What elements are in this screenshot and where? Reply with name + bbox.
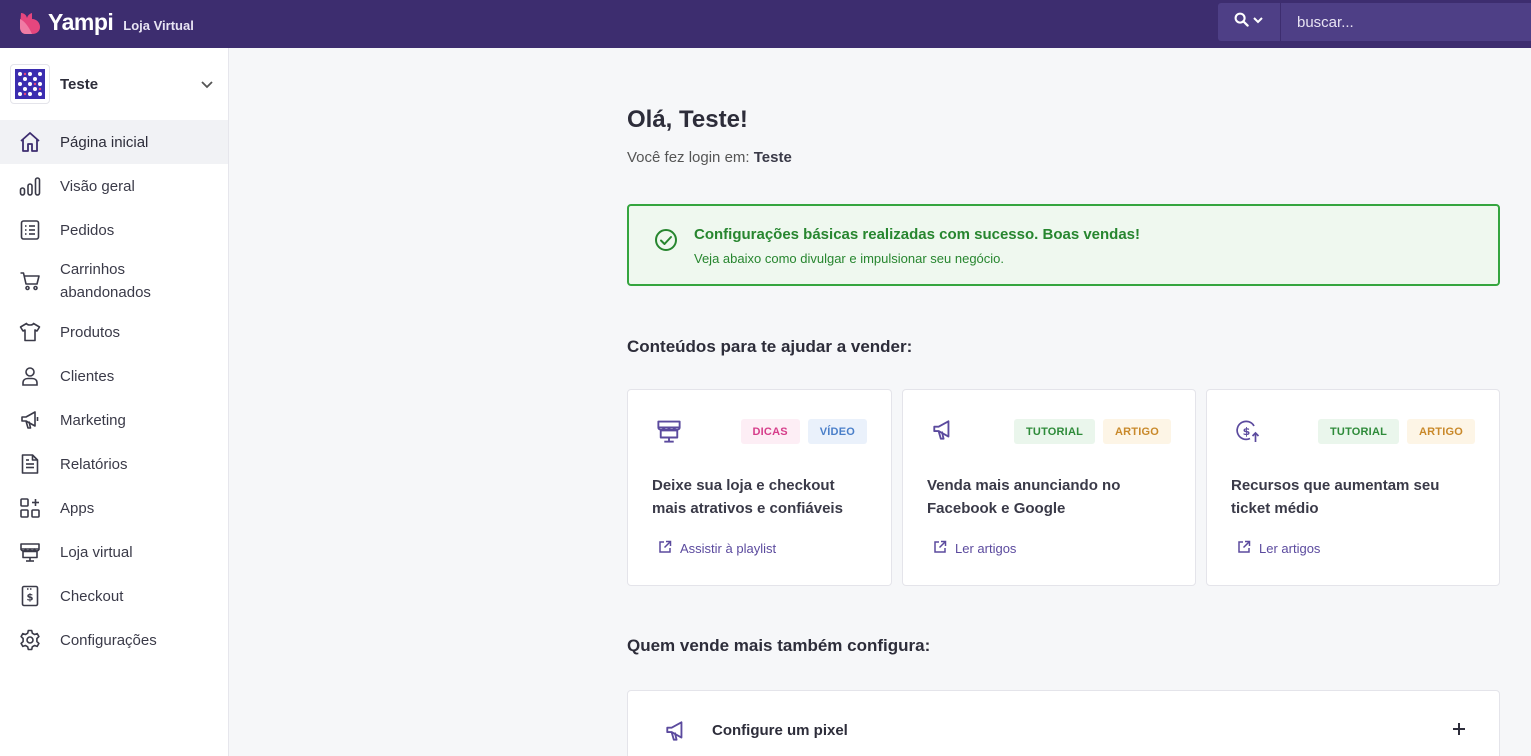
cart-icon bbox=[19, 270, 41, 292]
gear-icon bbox=[19, 629, 41, 651]
external-link-icon bbox=[933, 540, 947, 557]
search-icon bbox=[1234, 12, 1249, 32]
sidebar-item-visao-geral[interactable]: Visão geral bbox=[0, 164, 228, 208]
storefront-icon bbox=[19, 541, 41, 563]
bar-chart-icon bbox=[19, 175, 41, 197]
login-prefix: Você fez login em: bbox=[627, 149, 750, 166]
user-icon bbox=[19, 365, 41, 387]
sidebar-item-checkout[interactable]: $ Checkout bbox=[0, 574, 228, 618]
yampi-logo-icon bbox=[18, 11, 42, 35]
check-circle-icon bbox=[654, 228, 678, 257]
store-selector[interactable]: Teste bbox=[10, 64, 219, 104]
card-link-label: Ler artigos bbox=[955, 541, 1017, 556]
sidebar-item-marketing[interactable]: Marketing bbox=[0, 398, 228, 442]
card-link[interactable]: Ler artigos bbox=[1237, 540, 1320, 557]
sidebar-item-label: Relatórios bbox=[60, 455, 128, 473]
page-title: Olá, Teste! bbox=[627, 106, 748, 133]
card-link[interactable]: Ler artigos bbox=[933, 540, 1016, 557]
tag-badge: TUTORIAL bbox=[1318, 419, 1400, 444]
plus-icon[interactable] bbox=[1449, 719, 1469, 739]
sidebar-item-label: Configurações bbox=[60, 631, 157, 649]
card-link[interactable]: Assistir à playlist bbox=[658, 540, 776, 557]
storefront-icon bbox=[656, 418, 682, 444]
svg-text:$: $ bbox=[1243, 425, 1251, 438]
tag-badge: TUTORIAL bbox=[1014, 419, 1096, 444]
content-section-title: Conteúdos para te ajudar a vender: bbox=[627, 337, 913, 356]
brand-logo[interactable]: Yampi Loja Virtual bbox=[18, 9, 194, 36]
sidebar-item-label: Marketing bbox=[60, 411, 126, 429]
content-card: TUTORIAL ARTIGO Venda mais anunciando no… bbox=[902, 389, 1196, 586]
tag-badge: VÍDEO bbox=[807, 419, 867, 444]
sidebar-item-clientes[interactable]: Clientes bbox=[0, 354, 228, 398]
sidebar-item-label: Página inicial bbox=[60, 133, 149, 151]
megaphone-icon bbox=[664, 719, 688, 748]
brand-name: Yampi bbox=[48, 9, 114, 35]
tag-badge: ARTIGO bbox=[1407, 419, 1475, 444]
apps-icon bbox=[19, 497, 41, 519]
list-icon bbox=[19, 219, 41, 241]
megaphone-icon bbox=[19, 409, 41, 431]
card-link-label: Ler artigos bbox=[1259, 541, 1321, 556]
sidebar-item-label: Carrinhos abandonados bbox=[60, 261, 151, 301]
sidebar: Teste Página inicial Visão geral Pedidos bbox=[0, 48, 229, 756]
money-up-icon: $ bbox=[1235, 418, 1261, 444]
card-tags: TUTORIAL ARTIGO bbox=[1318, 419, 1475, 444]
login-store: Teste bbox=[753, 149, 792, 166]
tag-badge: DICAS bbox=[740, 419, 800, 444]
tag-badge: ARTIGO bbox=[1103, 419, 1171, 444]
store-avatar bbox=[10, 64, 50, 104]
sidebar-item-label: Checkout bbox=[60, 587, 124, 605]
search-type-dropdown[interactable] bbox=[1218, 3, 1280, 41]
sidebar-item-label: Produtos bbox=[60, 323, 121, 341]
sidebar-item-pagina-inicial[interactable]: Página inicial bbox=[0, 120, 228, 164]
megaphone-icon bbox=[931, 418, 957, 444]
sidebar-item-label: Apps bbox=[60, 499, 95, 517]
sidebar-item-relatorios[interactable]: Relatórios bbox=[0, 442, 228, 486]
home-icon bbox=[19, 131, 41, 153]
top-bar: Yampi Loja Virtual bbox=[0, 0, 1531, 48]
svg-text:$: $ bbox=[27, 593, 34, 604]
accordion-title: Configure um pixel bbox=[712, 722, 848, 739]
sidebar-item-configuracoes[interactable]: Configurações bbox=[0, 618, 228, 662]
content-card: DICAS VÍDEO Deixe sua loja e checkout ma… bbox=[627, 389, 892, 586]
config-section-title: Quem vende mais também configura: bbox=[627, 636, 931, 655]
card-tags: DICAS VÍDEO bbox=[740, 419, 867, 444]
sidebar-item-label: Loja virtual bbox=[60, 543, 133, 561]
card-link-label: Assistir à playlist bbox=[680, 541, 777, 556]
card-title: Venda mais anunciando no Facebook e Goog… bbox=[927, 477, 1121, 517]
search-input[interactable] bbox=[1280, 3, 1531, 41]
sidebar-item-apps[interactable]: Apps bbox=[0, 486, 228, 530]
sidebar-item-carrinhos-abandonados[interactable]: Carrinhos abandonados bbox=[0, 252, 228, 310]
external-link-icon bbox=[1237, 540, 1251, 557]
alert-title: Configurações básicas realizadas com suc… bbox=[694, 226, 1141, 243]
sidebar-nav: Página inicial Visão geral Pedidos Carri… bbox=[0, 120, 228, 662]
card-title: Recursos que aumentam seu ticket médio bbox=[1231, 477, 1440, 517]
sidebar-item-pedidos[interactable]: Pedidos bbox=[0, 208, 228, 252]
sidebar-item-loja-virtual[interactable]: Loja virtual bbox=[0, 530, 228, 574]
accordion-item-configure-pixel[interactable]: Configure um pixel bbox=[627, 690, 1500, 756]
store-name: Teste bbox=[60, 75, 99, 93]
sidebar-item-label: Visão geral bbox=[60, 177, 135, 195]
sidebar-item-label: Pedidos bbox=[60, 221, 115, 239]
receipt-icon: $ bbox=[19, 585, 41, 607]
external-link-icon bbox=[658, 540, 672, 557]
sidebar-item-produtos[interactable]: Produtos bbox=[0, 310, 228, 354]
alert-subtitle: Veja abaixo como divulgar e impulsionar … bbox=[694, 251, 1005, 266]
chevron-down-icon bbox=[1252, 13, 1264, 31]
brand-subtitle: Loja Virtual bbox=[123, 17, 194, 33]
chevron-down-icon bbox=[197, 77, 217, 91]
content-card: $ TUTORIAL ARTIGO Recursos que aumentam … bbox=[1206, 389, 1500, 586]
success-alert: Configurações básicas realizadas com suc… bbox=[627, 204, 1500, 286]
card-title: Deixe sua loja e checkout mais atrativos… bbox=[652, 477, 843, 517]
login-info: Você fez login em: Teste bbox=[627, 149, 792, 166]
card-tags: TUTORIAL ARTIGO bbox=[1014, 419, 1171, 444]
tshirt-icon bbox=[19, 321, 41, 343]
sidebar-item-label: Clientes bbox=[60, 367, 115, 385]
document-icon bbox=[19, 453, 41, 475]
